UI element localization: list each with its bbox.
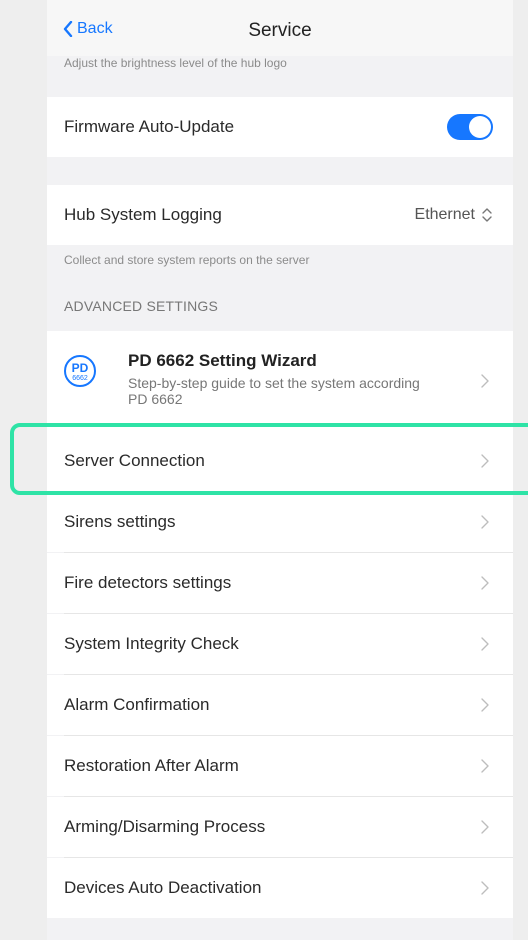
menu-item-label: Arming/Disarming Process [64, 817, 266, 836]
menu-item-label: Alarm Confirmation [64, 695, 210, 714]
chevron-right-icon [481, 759, 489, 773]
firmware-auto-update-row: Firmware Auto-Update [47, 97, 513, 157]
advanced-settings-header: ADVANCED SETTINGS [64, 298, 219, 314]
menu-item-fire-detectors-settings[interactable]: Fire detectors settings [47, 553, 513, 613]
logging-value: Ethernet [414, 206, 475, 223]
menu-item-restoration-after-alarm[interactable]: Restoration After Alarm [47, 736, 513, 796]
chevron-right-icon [481, 374, 489, 388]
wizard-desc: Step-by-step guide to set the system acc… [128, 375, 420, 407]
chevron-right-icon [481, 698, 489, 712]
firmware-toggle[interactable] [447, 114, 493, 140]
menu-item-arming-disarming-process[interactable]: Arming/Disarming Process [47, 797, 513, 857]
menu-item-label: Devices Auto Deactivation [64, 878, 262, 897]
menu-item-alarm-confirmation[interactable]: Alarm Confirmation [47, 675, 513, 735]
brightness-note: Adjust the brightness level of the hub l… [64, 56, 287, 70]
pd6662-wizard-row[interactable]: PD 6662 PD 6662 Setting Wizard Step-by-s… [47, 331, 513, 431]
menu-item-label: Restoration After Alarm [64, 756, 239, 775]
menu-item-label: Sirens settings [64, 512, 176, 531]
hub-logging-note: Collect and store system reports on the … [64, 253, 310, 267]
pd-6662-icon: PD 6662 [64, 355, 96, 387]
nav-header: Back Service [47, 0, 513, 56]
chevron-right-icon [481, 576, 489, 590]
menu-item-label: System Integrity Check [64, 634, 239, 653]
chevron-right-icon [481, 881, 489, 895]
chevron-right-icon [481, 820, 489, 834]
pd-logo-bottom: 6662 [72, 375, 88, 382]
menu-item-sirens-settings[interactable]: Sirens settings [47, 492, 513, 552]
menu-item-system-integrity-check[interactable]: System Integrity Check [47, 614, 513, 674]
logging-select[interactable]: Ethernet [415, 206, 493, 224]
page-title: Service [248, 20, 312, 41]
highlight-box [10, 423, 528, 495]
hub-logging-row[interactable]: Hub System Logging Ethernet [47, 185, 513, 245]
wizard-title: PD 6662 Setting Wizard [128, 351, 317, 370]
menu-item-devices-auto-deactivation[interactable]: Devices Auto Deactivation [47, 858, 513, 918]
chevron-right-icon [481, 637, 489, 651]
firmware-label: Firmware Auto-Update [64, 117, 235, 136]
up-down-chevron-icon [482, 208, 492, 222]
menu-item-label: Fire detectors settings [64, 573, 232, 592]
chevron-right-icon [481, 515, 489, 529]
pd-logo-top: PD [71, 361, 89, 375]
toggle-knob [469, 116, 491, 138]
